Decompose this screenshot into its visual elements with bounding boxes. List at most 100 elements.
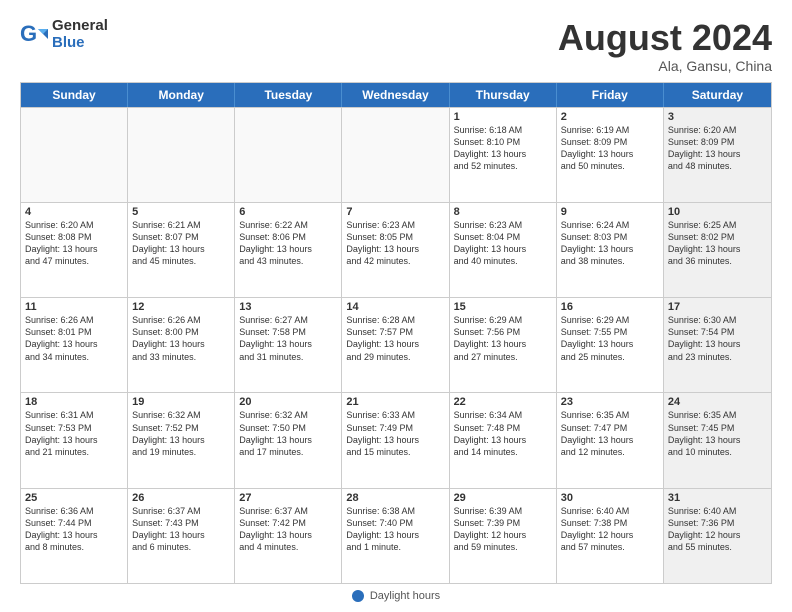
day-info: Sunrise: 6:27 AM Sunset: 7:58 PM Dayligh… bbox=[239, 314, 337, 363]
cal-cell: 10Sunrise: 6:25 AM Sunset: 8:02 PM Dayli… bbox=[664, 203, 771, 297]
day-number: 14 bbox=[346, 301, 444, 313]
cal-cell: 24Sunrise: 6:35 AM Sunset: 7:45 PM Dayli… bbox=[664, 393, 771, 487]
footer: Daylight hours bbox=[20, 590, 772, 602]
cal-cell bbox=[21, 108, 128, 202]
day-info: Sunrise: 6:37 AM Sunset: 7:42 PM Dayligh… bbox=[239, 505, 337, 554]
day-number: 21 bbox=[346, 396, 444, 408]
cal-cell: 19Sunrise: 6:32 AM Sunset: 7:52 PM Dayli… bbox=[128, 393, 235, 487]
day-info: Sunrise: 6:21 AM Sunset: 8:07 PM Dayligh… bbox=[132, 219, 230, 268]
cal-cell: 18Sunrise: 6:31 AM Sunset: 7:53 PM Dayli… bbox=[21, 393, 128, 487]
day-number: 30 bbox=[561, 492, 659, 504]
calendar-body: 1Sunrise: 6:18 AM Sunset: 8:10 PM Daylig… bbox=[21, 107, 771, 583]
cal-cell: 13Sunrise: 6:27 AM Sunset: 7:58 PM Dayli… bbox=[235, 298, 342, 392]
day-info: Sunrise: 6:23 AM Sunset: 8:05 PM Dayligh… bbox=[346, 219, 444, 268]
cal-cell bbox=[128, 108, 235, 202]
title-block: August 2024 Ala, Gansu, China bbox=[558, 18, 772, 74]
day-number: 3 bbox=[668, 111, 767, 123]
day-info: Sunrise: 6:34 AM Sunset: 7:48 PM Dayligh… bbox=[454, 409, 552, 458]
day-info: Sunrise: 6:29 AM Sunset: 7:55 PM Dayligh… bbox=[561, 314, 659, 363]
day-number: 17 bbox=[668, 301, 767, 313]
day-info: Sunrise: 6:22 AM Sunset: 8:06 PM Dayligh… bbox=[239, 219, 337, 268]
logo-text: General Blue bbox=[52, 18, 108, 51]
day-number: 28 bbox=[346, 492, 444, 504]
day-info: Sunrise: 6:39 AM Sunset: 7:39 PM Dayligh… bbox=[454, 505, 552, 554]
logo-icon: G bbox=[20, 21, 48, 49]
cal-cell: 20Sunrise: 6:32 AM Sunset: 7:50 PM Dayli… bbox=[235, 393, 342, 487]
cal-row-1: 4Sunrise: 6:20 AM Sunset: 8:08 PM Daylig… bbox=[21, 202, 771, 297]
day-number: 10 bbox=[668, 206, 767, 218]
day-info: Sunrise: 6:20 AM Sunset: 8:09 PM Dayligh… bbox=[668, 124, 767, 173]
cal-cell: 7Sunrise: 6:23 AM Sunset: 8:05 PM Daylig… bbox=[342, 203, 449, 297]
cal-cell: 4Sunrise: 6:20 AM Sunset: 8:08 PM Daylig… bbox=[21, 203, 128, 297]
cal-cell: 3Sunrise: 6:20 AM Sunset: 8:09 PM Daylig… bbox=[664, 108, 771, 202]
cal-cell: 8Sunrise: 6:23 AM Sunset: 8:04 PM Daylig… bbox=[450, 203, 557, 297]
svg-text:G: G bbox=[20, 21, 37, 46]
day-number: 24 bbox=[668, 396, 767, 408]
day-info: Sunrise: 6:37 AM Sunset: 7:43 PM Dayligh… bbox=[132, 505, 230, 554]
cal-cell: 15Sunrise: 6:29 AM Sunset: 7:56 PM Dayli… bbox=[450, 298, 557, 392]
day-info: Sunrise: 6:33 AM Sunset: 7:49 PM Dayligh… bbox=[346, 409, 444, 458]
cal-cell: 21Sunrise: 6:33 AM Sunset: 7:49 PM Dayli… bbox=[342, 393, 449, 487]
day-number: 7 bbox=[346, 206, 444, 218]
logo: G General Blue bbox=[20, 18, 108, 51]
day-info: Sunrise: 6:26 AM Sunset: 8:00 PM Dayligh… bbox=[132, 314, 230, 363]
cal-cell: 28Sunrise: 6:38 AM Sunset: 7:40 PM Dayli… bbox=[342, 489, 449, 583]
day-info: Sunrise: 6:35 AM Sunset: 7:45 PM Dayligh… bbox=[668, 409, 767, 458]
logo-general: General bbox=[52, 18, 108, 35]
day-info: Sunrise: 6:29 AM Sunset: 7:56 PM Dayligh… bbox=[454, 314, 552, 363]
cal-row-4: 25Sunrise: 6:36 AM Sunset: 7:44 PM Dayli… bbox=[21, 488, 771, 583]
day-number: 1 bbox=[454, 111, 552, 123]
cal-cell: 14Sunrise: 6:28 AM Sunset: 7:57 PM Dayli… bbox=[342, 298, 449, 392]
day-number: 20 bbox=[239, 396, 337, 408]
cal-cell: 17Sunrise: 6:30 AM Sunset: 7:54 PM Dayli… bbox=[664, 298, 771, 392]
day-number: 23 bbox=[561, 396, 659, 408]
day-number: 4 bbox=[25, 206, 123, 218]
cal-cell bbox=[235, 108, 342, 202]
calendar-header-row: SundayMondayTuesdayWednesdayThursdayFrid… bbox=[21, 83, 771, 107]
cal-row-2: 11Sunrise: 6:26 AM Sunset: 8:01 PM Dayli… bbox=[21, 297, 771, 392]
day-number: 15 bbox=[454, 301, 552, 313]
day-number: 31 bbox=[668, 492, 767, 504]
day-number: 25 bbox=[25, 492, 123, 504]
page: G General Blue August 2024 Ala, Gansu, C… bbox=[0, 0, 792, 612]
day-info: Sunrise: 6:18 AM Sunset: 8:10 PM Dayligh… bbox=[454, 124, 552, 173]
cal-header-friday: Friday bbox=[557, 83, 664, 107]
cal-cell: 12Sunrise: 6:26 AM Sunset: 8:00 PM Dayli… bbox=[128, 298, 235, 392]
cal-cell: 11Sunrise: 6:26 AM Sunset: 8:01 PM Dayli… bbox=[21, 298, 128, 392]
day-number: 6 bbox=[239, 206, 337, 218]
cal-cell: 16Sunrise: 6:29 AM Sunset: 7:55 PM Dayli… bbox=[557, 298, 664, 392]
cal-cell: 30Sunrise: 6:40 AM Sunset: 7:38 PM Dayli… bbox=[557, 489, 664, 583]
cal-cell: 2Sunrise: 6:19 AM Sunset: 8:09 PM Daylig… bbox=[557, 108, 664, 202]
day-number: 16 bbox=[561, 301, 659, 313]
cal-header-monday: Monday bbox=[128, 83, 235, 107]
day-info: Sunrise: 6:24 AM Sunset: 8:03 PM Dayligh… bbox=[561, 219, 659, 268]
day-info: Sunrise: 6:23 AM Sunset: 8:04 PM Dayligh… bbox=[454, 219, 552, 268]
cal-header-wednesday: Wednesday bbox=[342, 83, 449, 107]
day-info: Sunrise: 6:28 AM Sunset: 7:57 PM Dayligh… bbox=[346, 314, 444, 363]
day-info: Sunrise: 6:30 AM Sunset: 7:54 PM Dayligh… bbox=[668, 314, 767, 363]
footer-label: Daylight hours bbox=[370, 590, 440, 602]
day-number: 27 bbox=[239, 492, 337, 504]
day-info: Sunrise: 6:36 AM Sunset: 7:44 PM Dayligh… bbox=[25, 505, 123, 554]
subtitle: Ala, Gansu, China bbox=[558, 58, 772, 74]
day-number: 18 bbox=[25, 396, 123, 408]
logo-blue: Blue bbox=[52, 35, 108, 52]
cal-cell: 27Sunrise: 6:37 AM Sunset: 7:42 PM Dayli… bbox=[235, 489, 342, 583]
cal-cell: 25Sunrise: 6:36 AM Sunset: 7:44 PM Dayli… bbox=[21, 489, 128, 583]
cal-cell: 6Sunrise: 6:22 AM Sunset: 8:06 PM Daylig… bbox=[235, 203, 342, 297]
day-info: Sunrise: 6:32 AM Sunset: 7:52 PM Dayligh… bbox=[132, 409, 230, 458]
cal-cell: 22Sunrise: 6:34 AM Sunset: 7:48 PM Dayli… bbox=[450, 393, 557, 487]
cal-row-0: 1Sunrise: 6:18 AM Sunset: 8:10 PM Daylig… bbox=[21, 107, 771, 202]
cal-cell: 31Sunrise: 6:40 AM Sunset: 7:36 PM Dayli… bbox=[664, 489, 771, 583]
cal-cell: 1Sunrise: 6:18 AM Sunset: 8:10 PM Daylig… bbox=[450, 108, 557, 202]
cal-header-saturday: Saturday bbox=[664, 83, 771, 107]
cal-cell bbox=[342, 108, 449, 202]
day-info: Sunrise: 6:40 AM Sunset: 7:38 PM Dayligh… bbox=[561, 505, 659, 554]
calendar: SundayMondayTuesdayWednesdayThursdayFrid… bbox=[20, 82, 772, 584]
day-number: 12 bbox=[132, 301, 230, 313]
main-title: August 2024 bbox=[558, 18, 772, 58]
day-number: 5 bbox=[132, 206, 230, 218]
day-number: 19 bbox=[132, 396, 230, 408]
day-info: Sunrise: 6:31 AM Sunset: 7:53 PM Dayligh… bbox=[25, 409, 123, 458]
cal-header-tuesday: Tuesday bbox=[235, 83, 342, 107]
